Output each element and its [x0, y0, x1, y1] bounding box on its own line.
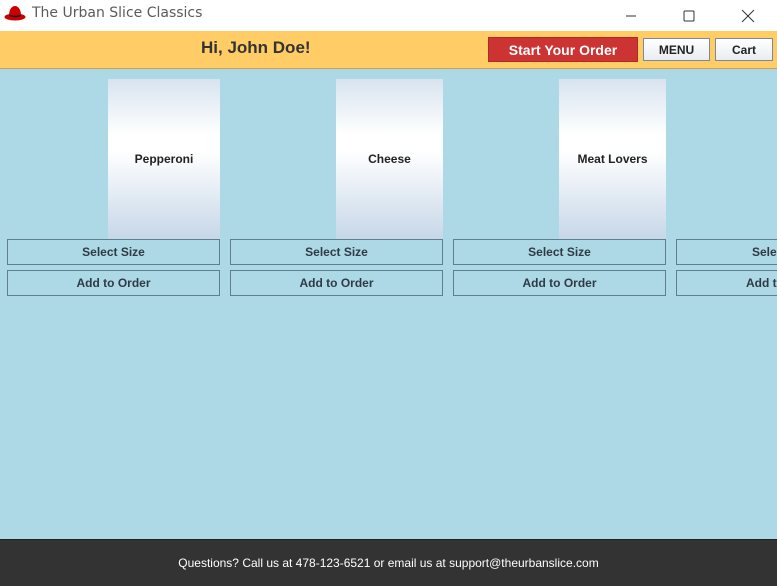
menu-button[interactable]: MENU	[643, 38, 710, 61]
maximize-button[interactable]	[660, 0, 718, 31]
add-to-order-button[interactable]: Add to Order	[453, 270, 666, 296]
pizza-card-meat-lovers: Meat Lovers Select Size Add to Order	[453, 79, 666, 299]
window-title: The Urban Slice Classics	[32, 5, 203, 21]
title-bar: The Urban Slice Classics	[0, 0, 777, 31]
header-bar: Hi, John Doe! Start Your Order MENU Cart	[0, 31, 777, 69]
footer: Questions? Call us at 478-123-6521 or em…	[0, 539, 777, 586]
pizza-image-cheese[interactable]: Cheese	[336, 79, 443, 239]
cart-button[interactable]: Cart	[715, 38, 773, 61]
pizza-card-pepperoni: Pepperoni Select Size Add to Order	[7, 79, 220, 299]
add-to-order-button[interactable]: Add t	[676, 270, 777, 296]
pizza-image-pepperoni[interactable]: Pepperoni	[108, 79, 220, 239]
select-size-button[interactable]: Select Size	[453, 239, 666, 265]
minimize-button[interactable]	[602, 0, 660, 31]
add-to-order-button[interactable]: Add to Order	[230, 270, 443, 296]
pizza-list: Pepperoni Select Size Add to Order Chees…	[0, 69, 777, 539]
red-hat-icon	[4, 6, 26, 21]
select-size-button[interactable]: Select Size	[230, 239, 443, 265]
minimize-icon	[626, 15, 636, 16]
pizza-card-partial: Sele Add t	[676, 79, 777, 299]
start-order-button[interactable]: Start Your Order	[488, 37, 638, 62]
close-icon	[741, 9, 755, 22]
select-size-button[interactable]: Sele	[676, 239, 777, 265]
greeting-text: Hi, John Doe!	[201, 38, 311, 57]
pizza-image-meat-lovers[interactable]: Meat Lovers	[559, 79, 666, 239]
pizza-card-cheese: Cheese Select Size Add to Order	[230, 79, 443, 299]
select-size-button[interactable]: Select Size	[7, 239, 220, 265]
footer-contact-text: Questions? Call us at 478-123-6521 or em…	[178, 556, 599, 570]
add-to-order-button[interactable]: Add to Order	[7, 270, 220, 296]
close-button[interactable]	[719, 0, 777, 31]
maximize-icon	[683, 10, 695, 21]
